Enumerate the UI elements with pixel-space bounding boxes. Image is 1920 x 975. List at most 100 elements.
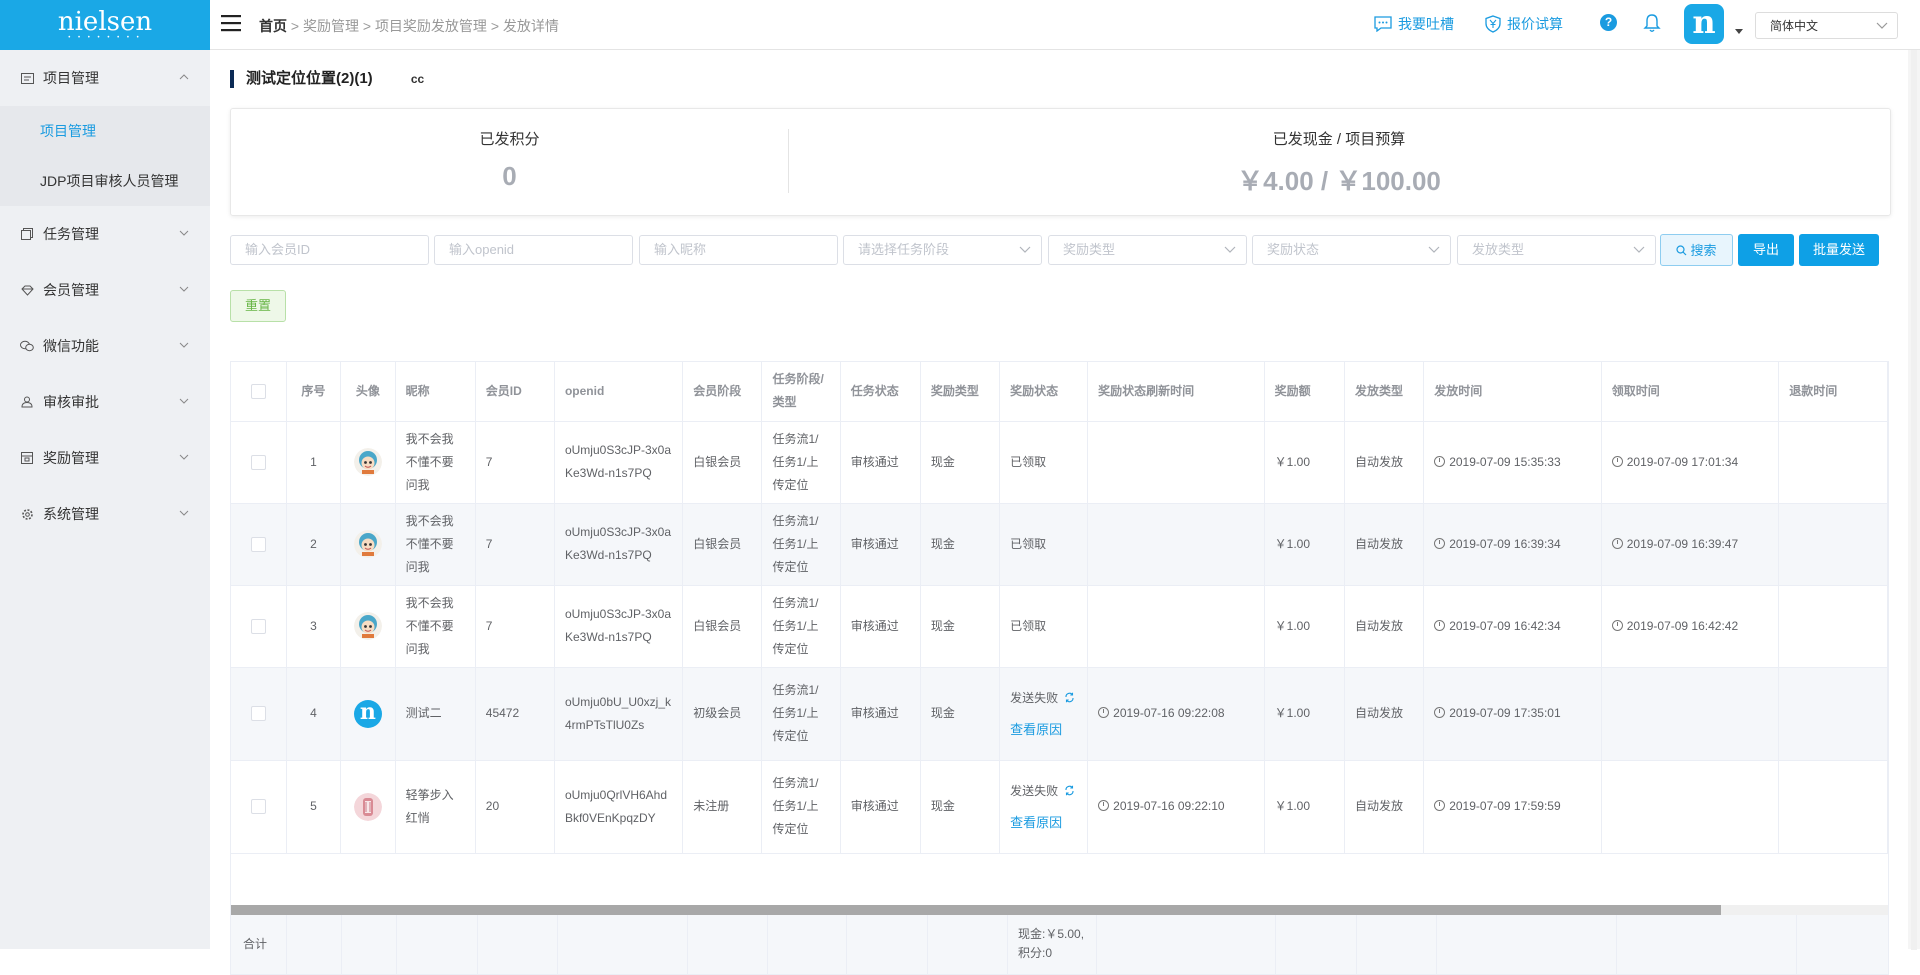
- nielsen-logo[interactable]: nielsen • • • • • • • •: [0, 0, 210, 50]
- sidebar-group-project[interactable]: 项目管理: [0, 50, 210, 106]
- bell-icon[interactable]: [1643, 13, 1661, 33]
- sidebar-subnav: 项目管理 JDP项目审核人员管理: [0, 106, 210, 206]
- refund-time-cell: [1778, 585, 1888, 668]
- table-footer-row: 合计 现金:￥5.00, 积分:0: [231, 915, 1888, 974]
- row-checkbox[interactable]: [250, 706, 266, 722]
- row-checkbox-cell: [231, 667, 287, 761]
- sidebar-group-wechat[interactable]: 微信功能: [0, 318, 210, 374]
- refresh-icon[interactable]: [1064, 785, 1075, 796]
- footer-total-points: 积分:0: [1018, 946, 1053, 960]
- nickname-input[interactable]: 输入昵称: [639, 235, 838, 265]
- caret-down-icon[interactable]: [1735, 29, 1743, 34]
- wechat-icon: [20, 339, 34, 353]
- footer-cell: [478, 915, 558, 974]
- help-icon[interactable]: ?: [1600, 14, 1617, 31]
- refund-time-cell: [1778, 760, 1888, 854]
- reset-button[interactable]: 重置: [230, 290, 286, 322]
- sidebar-group-task[interactable]: 任务管理: [0, 206, 210, 262]
- footer-cell: [847, 915, 928, 974]
- clock-icon: [1434, 455, 1446, 467]
- task-stage-cell: 任务流1/任务1/上传定位: [761, 667, 841, 761]
- sidebar: nielsen • • • • • • • • 项目管理 项目管理 JDP项目审…: [0, 0, 210, 949]
- task-stage-select[interactable]: 请选择任务阶段: [843, 235, 1042, 265]
- sidebar-group-member[interactable]: 会员管理: [0, 262, 210, 318]
- footer-cell: [558, 915, 688, 974]
- chevron-up-icon: [179, 74, 189, 80]
- chevron-down-icon: [179, 230, 189, 236]
- member-icon: [20, 283, 34, 297]
- reward-status-select[interactable]: 奖励状态: [1252, 235, 1451, 265]
- reward-status-cell: 发送失败 查看原因: [999, 760, 1089, 854]
- column-header: 会员ID: [475, 362, 555, 422]
- column-header: 任务状态: [840, 362, 921, 422]
- chevron-down-icon: [1019, 246, 1031, 253]
- send-type-select[interactable]: 发放类型: [1457, 235, 1656, 265]
- row-checkbox-cell: [231, 503, 287, 586]
- send-time-cell: 2019-07-09 17:59:59: [1423, 760, 1602, 854]
- breadcrumb-home[interactable]: 首页: [259, 18, 287, 34]
- quote-calculator-button[interactable]: 报价试算: [1485, 14, 1563, 34]
- openid-input[interactable]: 输入openid: [434, 235, 633, 265]
- view-reason-link[interactable]: 查看原因: [1010, 721, 1077, 739]
- avatar-cell: n: [340, 667, 396, 761]
- stats-panel: 已发积分 0 已发现金 / 项目预算 ￥4.00 / ￥100.00: [230, 108, 1891, 216]
- reward-status-cell: 发送失败 查看原因: [999, 667, 1089, 761]
- sidebar-group-settings[interactable]: 系统管理: [0, 486, 210, 542]
- chevron-down-icon: [1876, 22, 1888, 29]
- column-header: 奖励额: [1264, 362, 1346, 422]
- breadcrumb-project-reward[interactable]: 项目奖励发放管理: [375, 18, 487, 34]
- row-checkbox[interactable]: [250, 618, 266, 634]
- member-id-input[interactable]: 输入会员ID: [230, 235, 429, 265]
- row-checkbox[interactable]: [250, 454, 266, 470]
- send-time-cell-text: 2019-07-09 16:42:34: [1449, 618, 1561, 633]
- receive-time-cell: 2019-07-09 17:01:34: [1601, 421, 1780, 504]
- refresh-icon[interactable]: [1064, 692, 1075, 703]
- nickname-cell: 我不会我不懂不要问我: [395, 585, 476, 668]
- search-button[interactable]: 搜索: [1660, 234, 1733, 266]
- task-status-cell: 审核通过: [840, 667, 921, 761]
- language-select[interactable]: 简体中文: [1755, 12, 1898, 39]
- reward-status-text: 发送失败: [1010, 690, 1059, 705]
- avatar-cell: [340, 585, 396, 668]
- select-all-checkbox-cell: [231, 362, 287, 422]
- table-body: 1 我不会我不懂不要问我 7 oUmju0S3cJP-3x0aKe3Wd-n1s7PQ…: [231, 421, 1888, 854]
- column-header: 会员阶段: [682, 362, 763, 422]
- sidebar-group-audit[interactable]: 审核审批: [0, 374, 210, 430]
- row-checkbox[interactable]: [250, 536, 266, 552]
- task-stage-cell: 任务流1/任务1/上传定位: [761, 421, 841, 504]
- row-checkbox-cell: [231, 585, 287, 668]
- sidebar-item-jdp-reviewers[interactable]: JDP项目审核人员管理: [0, 156, 210, 206]
- table-row[interactable]: 1 我不会我不懂不要问我 7 oUmju0S3cJP-3x0aKe3Wd-n1s7PQ…: [231, 421, 1888, 504]
- menu-toggle-icon[interactable]: [221, 14, 241, 32]
- reward-type-select[interactable]: 奖励类型: [1048, 235, 1247, 265]
- table-row[interactable]: 3 我不会我不懂不要问我 7 oUmju0S3cJP-3x0aKe3Wd-n1s7PQ…: [231, 585, 1888, 668]
- table-row[interactable]: 2 我不会我不懂不要问我 7 oUmju0S3cJP-3x0aKe3Wd-n1s7PQ…: [231, 503, 1888, 586]
- vertical-scrollbar[interactable]: [1908, 50, 1920, 950]
- sidebar-group-reward[interactable]: 奖励管理: [0, 430, 210, 486]
- reward-type-placeholder: 奖励类型: [1063, 242, 1116, 257]
- user-avatar[interactable]: n: [1684, 4, 1724, 44]
- reward-type-cell: 现金: [920, 503, 1001, 586]
- horizontal-scrollbar[interactable]: [231, 905, 1888, 915]
- footer-cell: [1437, 915, 1617, 974]
- feedback-button[interactable]: 我要吐槽: [1374, 14, 1454, 34]
- openid-cell: oUmju0S3cJP-3x0aKe3Wd-n1s7PQ: [554, 503, 684, 586]
- avatar-cell: [340, 760, 396, 854]
- table-row[interactable]: 5 轻筝步入红悄 20 oUmju0QrlVH6AhdBkf0VEnKpqzDY 未注册…: [231, 760, 1888, 854]
- search-icon: [1676, 245, 1687, 256]
- breadcrumb-reward[interactable]: 奖励管理: [303, 18, 359, 34]
- row-checkbox[interactable]: [250, 799, 266, 815]
- member-stage-cell: 白银会员: [682, 421, 763, 504]
- table-row[interactable]: 4 n 测试二 45472 oUmju0bU_U0xzj_k4rmPTsTlU0Zs 初级…: [231, 667, 1888, 761]
- logo-dots: • • • • • • • •: [68, 34, 142, 41]
- view-reason-link[interactable]: 查看原因: [1010, 814, 1077, 832]
- chat-icon: [1374, 16, 1392, 32]
- sidebar-item-project-management[interactable]: 项目管理: [0, 106, 210, 156]
- clock-icon: [1611, 619, 1623, 631]
- task-status-cell: 审核通过: [840, 421, 921, 504]
- export-button[interactable]: 导出: [1738, 234, 1794, 266]
- batch-send-button[interactable]: 批量发送: [1799, 234, 1879, 266]
- select-all-checkbox[interactable]: [250, 384, 266, 400]
- scrollbar-thumb[interactable]: [231, 905, 1721, 915]
- column-header: 领取时间: [1601, 362, 1780, 422]
